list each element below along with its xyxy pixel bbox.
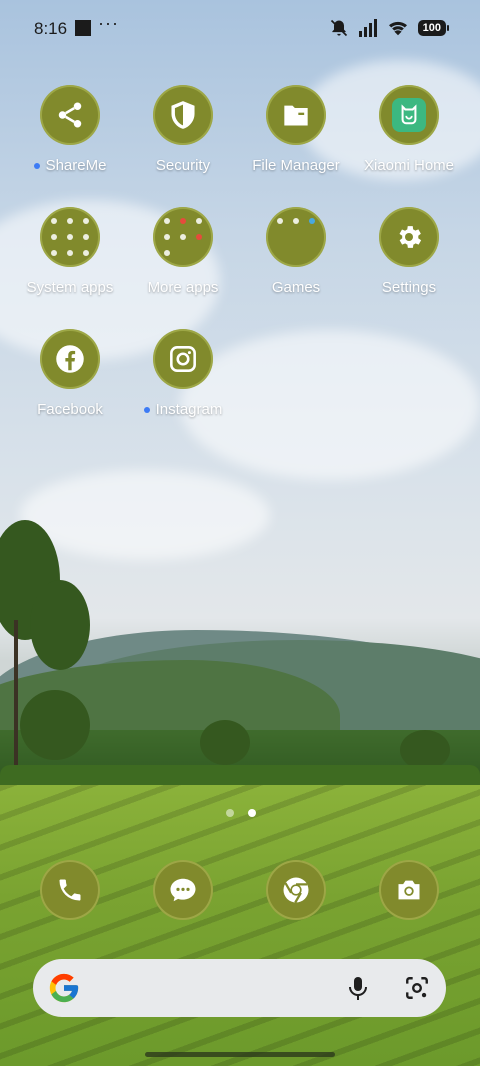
dock-chrome[interactable] [266, 860, 326, 920]
app-instagram[interactable]: Instagram [127, 329, 239, 418]
app-label: ShareMe [45, 157, 107, 174]
instagram-icon [153, 329, 213, 389]
shield-icon [153, 85, 213, 145]
app-file-manager[interactable]: File Manager [240, 85, 352, 174]
page-dot-active[interactable] [248, 809, 256, 817]
folder-games[interactable]: Games [240, 207, 352, 296]
folder-label: System apps [26, 279, 114, 296]
folder-grid-icon [153, 207, 213, 267]
share-icon [40, 85, 100, 145]
folder-system-apps[interactable]: System apps [14, 207, 126, 296]
wifi-icon [388, 21, 407, 36]
folder-label: More apps [147, 279, 219, 296]
camera-icon [398, 880, 420, 900]
app-xiaomi-home[interactable]: Xiaomi Home [353, 85, 465, 174]
home-indicator[interactable] [145, 1052, 335, 1057]
folder-label: Games [271, 279, 321, 296]
status-bar: 8:16 ··· 100 [0, 0, 480, 56]
signal-icon [358, 19, 377, 37]
folder-more-apps[interactable]: More apps [127, 207, 239, 296]
dock-phone[interactable] [40, 860, 100, 920]
app-security[interactable]: Security [127, 85, 239, 174]
gear-icon [379, 207, 439, 267]
google-logo-icon [49, 973, 79, 1003]
chrome-icon [283, 877, 309, 904]
app-label: Instagram [155, 401, 223, 418]
more-notifications-icon: ··· [98, 13, 119, 33]
folder-icon [266, 85, 326, 145]
new-badge-dot [33, 163, 40, 170]
xiaomi-home-icon [379, 85, 439, 145]
app-label: Settings [381, 279, 437, 296]
page-indicator [226, 809, 256, 817]
app-label: Facebook [37, 401, 103, 418]
new-badge-dot [143, 407, 150, 414]
battery-icon: 100 [417, 20, 450, 36]
messages-icon [170, 878, 196, 902]
page-dot[interactable] [226, 809, 234, 817]
notification-square-icon [75, 20, 91, 36]
folder-grid-icon [266, 207, 326, 267]
facebook-icon [40, 329, 100, 389]
app-shareme[interactable]: ShareMe [14, 85, 126, 174]
status-time: 8:16 [34, 19, 68, 38]
google-lens-icon[interactable] [404, 975, 430, 1001]
folder-grid-icon [40, 207, 100, 267]
app-label: Security [155, 157, 211, 174]
mic-icon[interactable] [346, 975, 370, 1001]
dock-messages[interactable] [153, 860, 213, 920]
app-label: Xiaomi Home [363, 157, 455, 174]
notifications-off-icon [330, 19, 347, 37]
app-facebook[interactable]: Facebook [14, 329, 126, 418]
app-label: File Manager [252, 157, 340, 174]
dock-camera[interactable] [379, 860, 439, 920]
app-settings[interactable]: Settings [353, 207, 465, 296]
phone-icon [59, 879, 81, 901]
google-search-bar[interactable] [33, 959, 446, 1017]
